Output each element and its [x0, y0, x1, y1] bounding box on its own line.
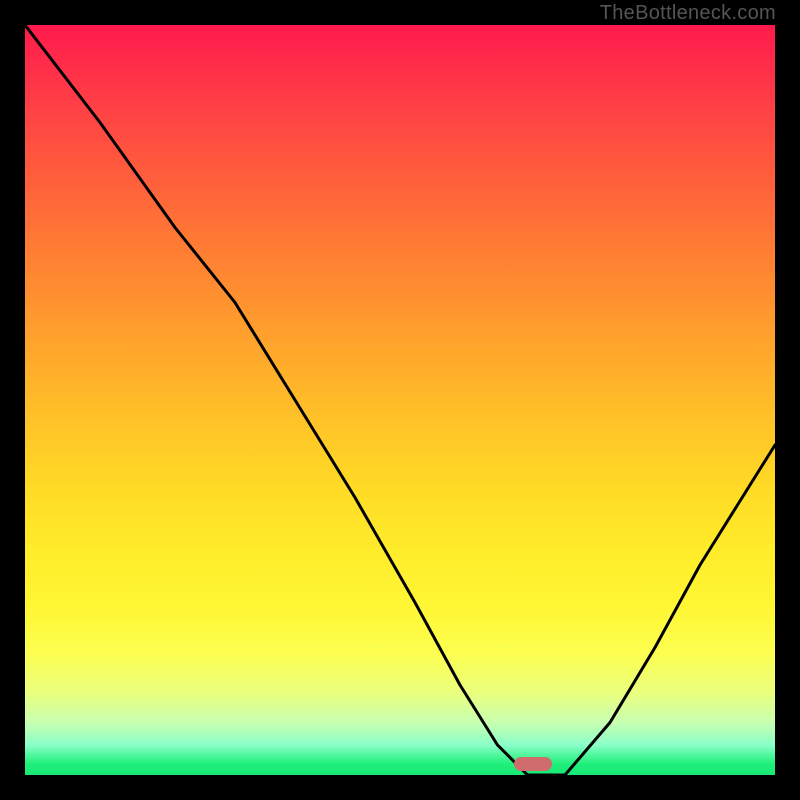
- optimal-point-marker: [514, 757, 552, 771]
- bottleneck-curve: [25, 25, 775, 775]
- chart-plot-area: [25, 25, 775, 775]
- watermark-text: TheBottleneck.com: [600, 2, 776, 25]
- chart-frame: TheBottleneck.com: [20, 20, 780, 780]
